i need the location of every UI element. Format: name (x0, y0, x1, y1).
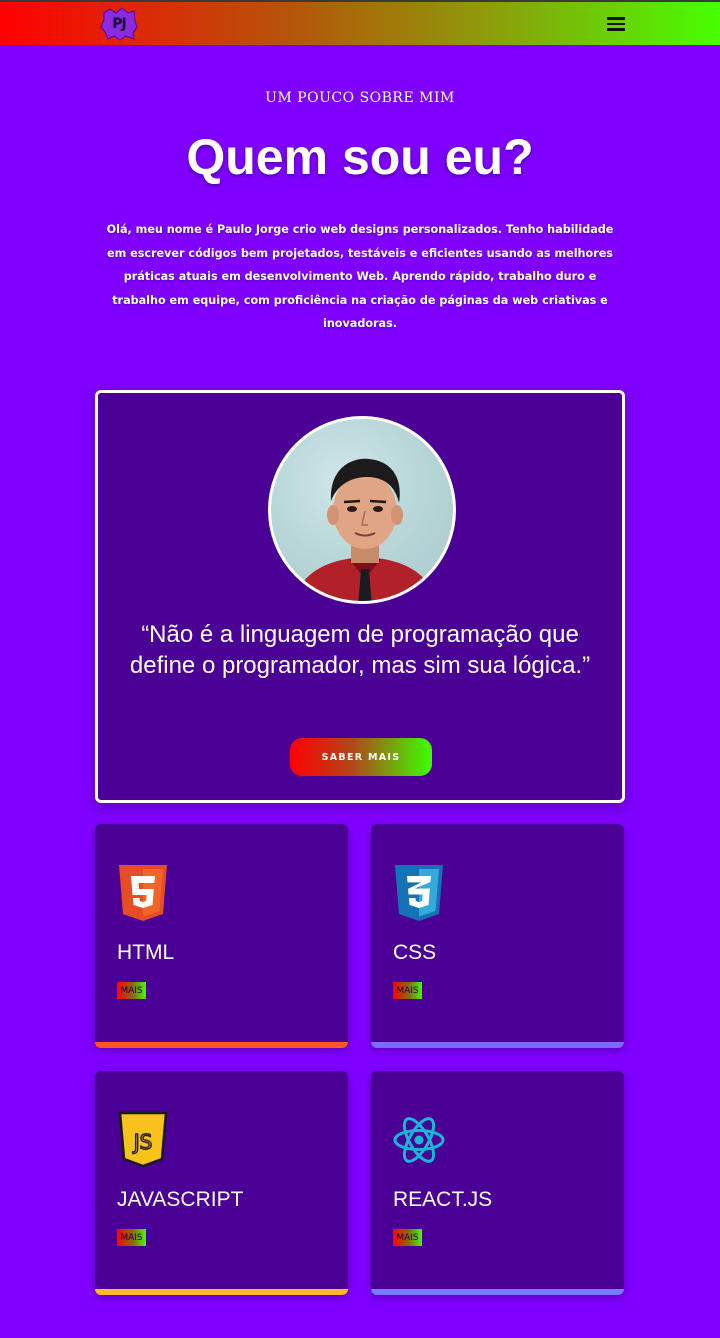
skill-more-button[interactable]: MAIS (393, 1229, 422, 1246)
logo[interactable]: PJ (100, 7, 138, 41)
section-eyebrow: UM POUCO SOBRE MIM (265, 90, 455, 106)
logo-text: PJ (112, 16, 126, 32)
saber-mais-button[interactable]: SABER MAIS (290, 738, 432, 776)
skill-name: CSS (393, 941, 437, 964)
skill-accent-bar (95, 1042, 348, 1048)
html5-icon (119, 865, 167, 921)
avatar (268, 416, 456, 604)
skill-more-button[interactable]: MAIS (117, 982, 146, 999)
javascript-icon: JS (118, 1111, 168, 1168)
css3-icon (395, 865, 443, 921)
hamburger-menu-button[interactable] (602, 14, 630, 36)
react-icon (393, 1117, 445, 1163)
skill-name: REACT.JS (393, 1188, 493, 1211)
profile-card: “Não é a linguagem de programação que de… (95, 390, 625, 803)
page-title: Quem sou eu? (186, 129, 534, 185)
skill-more-button[interactable]: MAIS (393, 982, 422, 999)
skill-name: JAVASCRIPT (117, 1188, 244, 1211)
hamburger-menu-icon (607, 17, 625, 20)
skill-more-button[interactable]: MAIS (117, 1229, 146, 1246)
avatar-portrait (292, 458, 438, 601)
hamburger-line (607, 28, 625, 31)
top-navbar: PJ (0, 0, 720, 45)
skill-accent-bar (371, 1042, 624, 1048)
profile-quote: “Não é a linguagem de programação que de… (129, 621, 591, 679)
skill-accent-bar (371, 1289, 624, 1295)
skill-card-html[interactable]: HTML MAIS (95, 824, 348, 1048)
svg-text:JS: JS (132, 1130, 153, 1154)
skill-card-react[interactable]: REACT.JS MAIS (371, 1071, 624, 1295)
hamburger-line (607, 22, 625, 25)
skill-card-css[interactable]: CSS MAIS (371, 824, 624, 1048)
skill-card-javascript[interactable]: JS JAVASCRIPT MAIS (95, 1071, 348, 1295)
skill-name: HTML (117, 941, 175, 964)
intro-paragraph: Olá, meu nome é Paulo Jorge crio web des… (106, 223, 614, 330)
skill-accent-bar (95, 1289, 348, 1295)
